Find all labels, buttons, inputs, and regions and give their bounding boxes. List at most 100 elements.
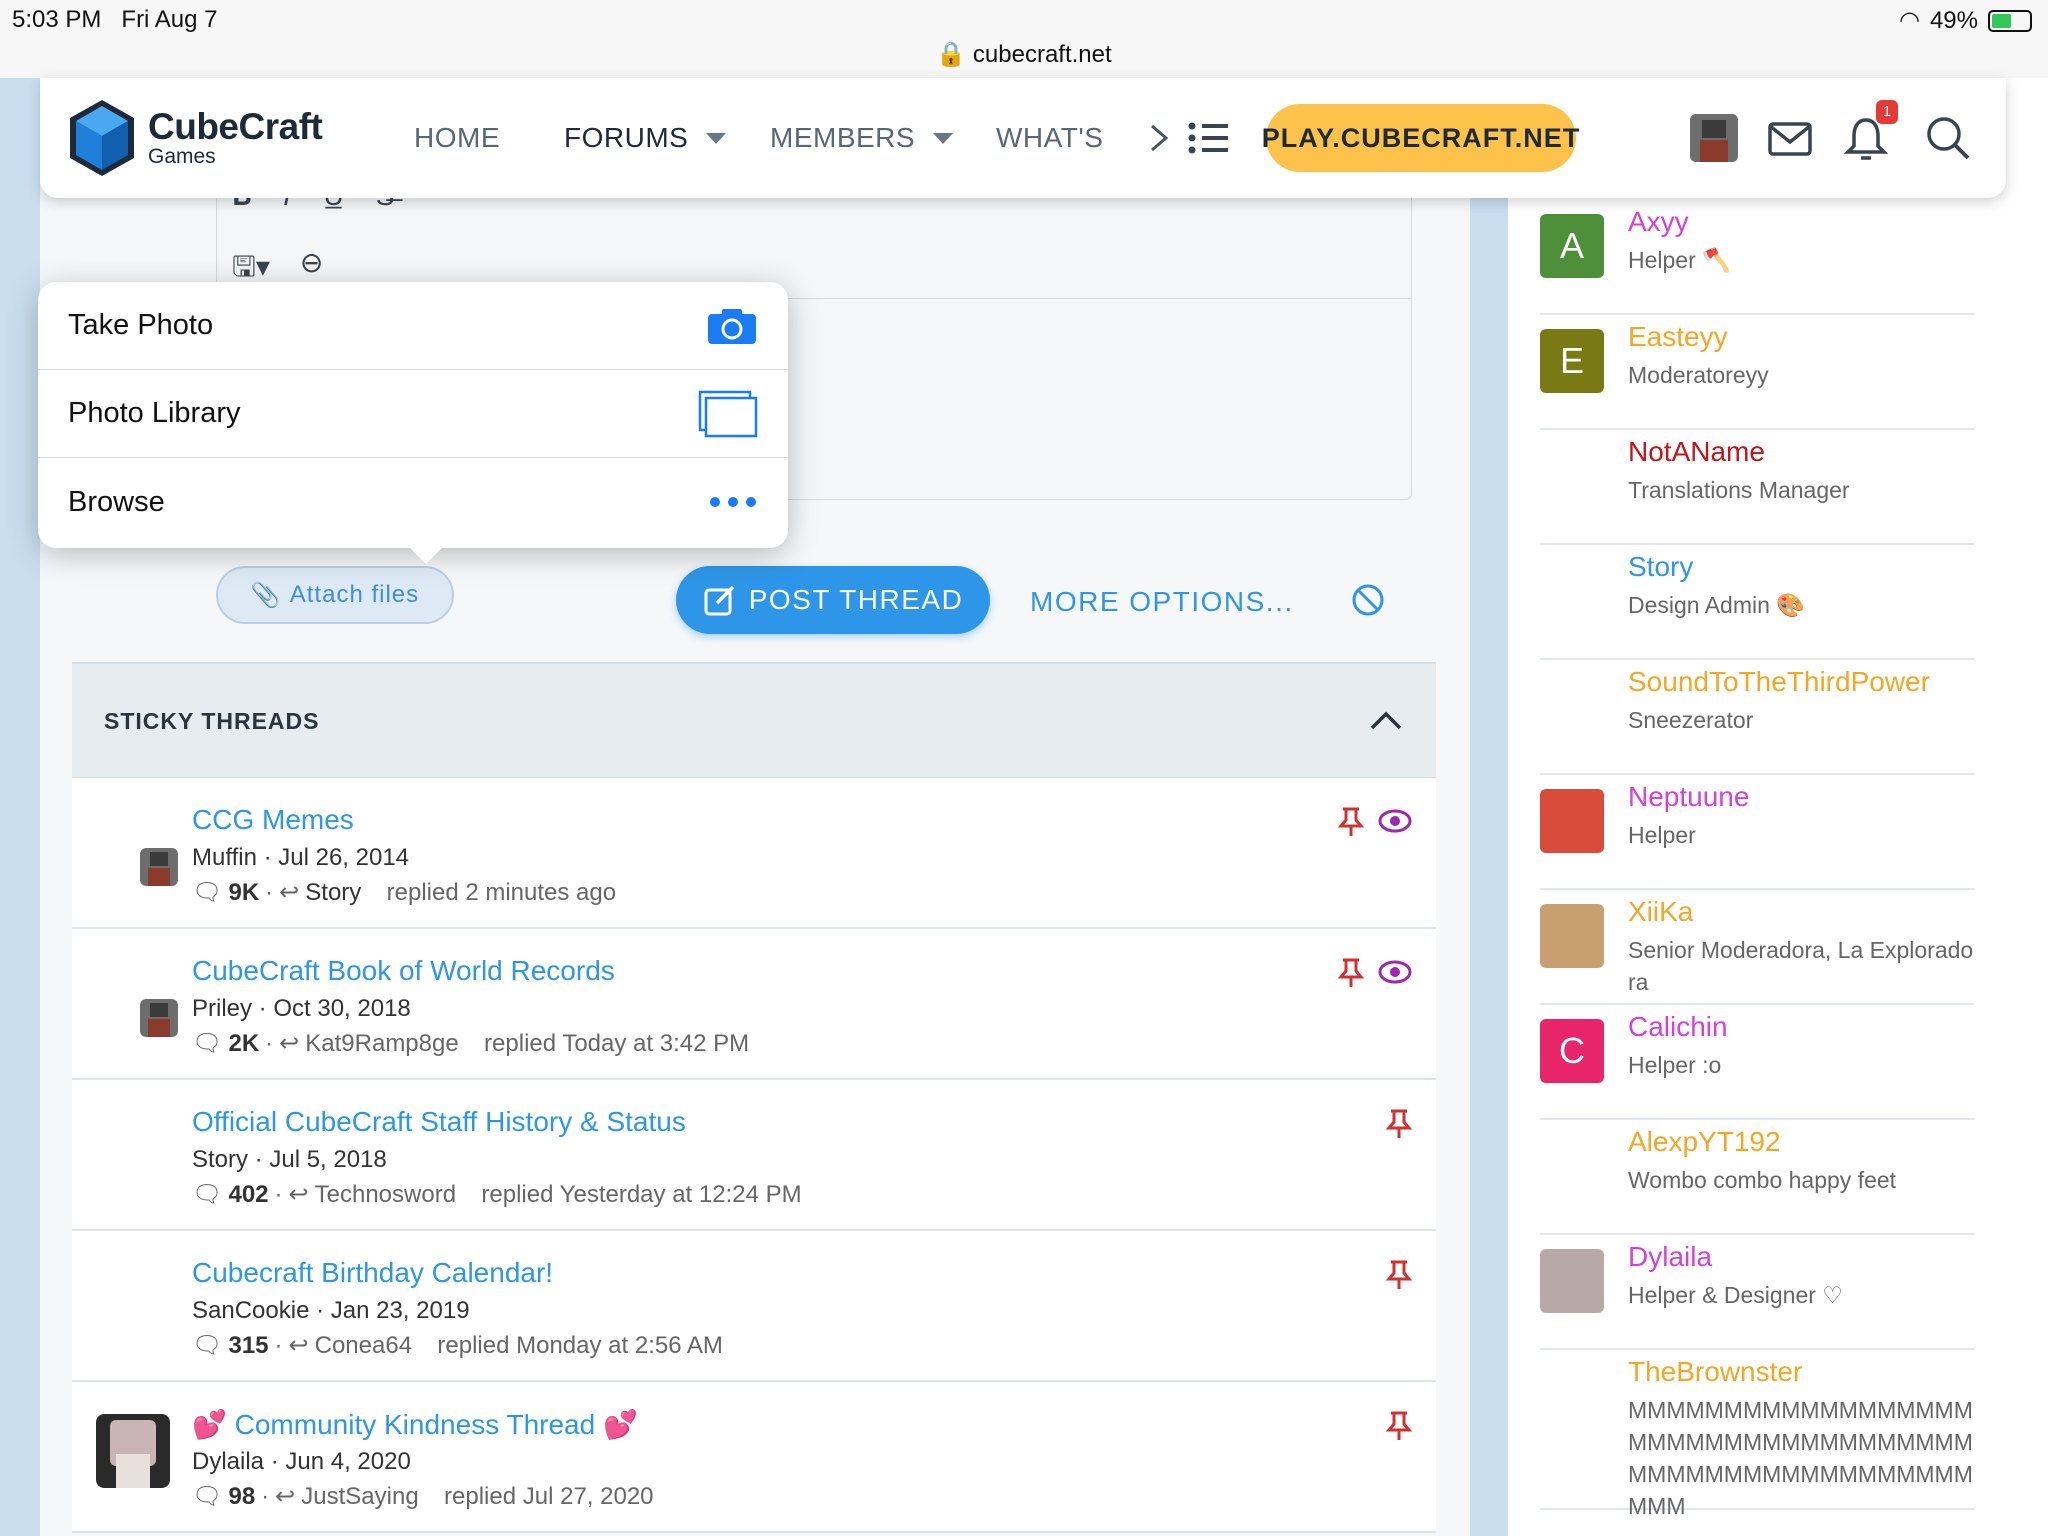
logo-name: CubeCraft [148, 106, 323, 147]
take-photo-option[interactable]: Take Photo [38, 282, 788, 370]
member-name[interactable]: Story [1628, 551, 1693, 583]
photo-library-icon [698, 390, 758, 437]
member-name[interactable]: XiiKa [1628, 896, 1693, 928]
member-name[interactable]: SoundToTheThirdPower [1628, 666, 1930, 698]
chevron-right-icon[interactable] [1144, 112, 1174, 164]
thread-stats: 🗨 2K · ↩ Kat9Ramp8ge replied Today at 3:42… [192, 1029, 750, 1058]
reply-icon: ↩ [288, 1181, 309, 1208]
member-name[interactable]: Calichin [1628, 1011, 1728, 1043]
avatar[interactable] [1540, 1249, 1604, 1313]
thread-title[interactable]: CubeCraft Book of World Records [192, 955, 615, 987]
chevron-up-icon[interactable] [1366, 700, 1406, 740]
nav-members[interactable]: MEMBERS [770, 122, 954, 154]
paperclip-icon: 📎 [250, 581, 282, 609]
watch-eye-icon[interactable] [1378, 959, 1412, 985]
thread-title[interactable]: 💕 Community Kindness Thread 💕 [192, 1408, 638, 1441]
staff-member-row[interactable]: E Easteyy Moderatoreyy [1540, 315, 1974, 430]
avatar[interactable] [1540, 904, 1604, 968]
thread-stats: 🗨 402 · ↩ Technosword replied Yesterday at… [192, 1180, 802, 1209]
thread-row[interactable]: CCG Memes Muffin · Jul 26, 2014 🗨 9K · ↩ S… [72, 778, 1436, 929]
attach-files-button[interactable]: 📎 Attach files [216, 566, 454, 624]
nav-home[interactable]: HOME [414, 122, 500, 154]
status-bar: 5:03 PM Fri Aug 7 ◠ 49% 🔒 cubecraft.net [0, 0, 2048, 78]
member-name[interactable]: Axyy [1628, 206, 1689, 238]
member-name[interactable]: TheBrownster [1628, 1356, 1802, 1388]
thread-stats: 🗨 9K · ↩ Story replied 2 minutes ago [192, 878, 617, 907]
thread-meta: Dylaila · Jun 4, 2020 [192, 1448, 411, 1475]
nav-forums[interactable]: FORUMS [564, 122, 727, 154]
member-role: Senior Moderadora, La Exploradora [1628, 937, 1974, 995]
member-name[interactable]: Neptuune [1628, 781, 1749, 813]
site-logo[interactable]: CubeCraft Games [66, 96, 323, 180]
pin-icon [1386, 1260, 1412, 1289]
avatar[interactable] [96, 1414, 170, 1488]
chevron-down-icon [933, 132, 954, 144]
photo-library-option[interactable]: Photo Library [38, 370, 788, 458]
reply-icon: ↩ [279, 1030, 300, 1057]
pin-icon [1338, 807, 1364, 836]
comment-icon: 🗨 [192, 879, 223, 906]
user-avatar[interactable] [1690, 114, 1738, 162]
thread-row[interactable]: 💕 Community Kindness Thread 💕 Dylaila · … [72, 1382, 1436, 1533]
thread-stats: 🗨 315 · ↩ Conea64 replied Monday at 2:56 A… [192, 1331, 723, 1360]
thread-title[interactable]: Official CubeCraft Staff History & Statu… [192, 1106, 686, 1138]
more-options-link[interactable]: MORE OPTIONS... [1030, 586, 1294, 618]
member-name[interactable]: NotAName [1628, 436, 1765, 468]
avatar[interactable]: C [1540, 1019, 1604, 1083]
sticky-threads-title: STICKY THREADS [104, 708, 320, 734]
thread-title[interactable]: Cubecraft Birthday Calendar! [192, 1257, 553, 1289]
battery-icon [1988, 9, 2032, 32]
thread-meta: Priley · Oct 30, 2018 [192, 995, 411, 1022]
staff-member-row[interactable]: C Calichin Helper :o [1540, 1005, 1974, 1120]
mail-icon[interactable] [1764, 112, 1816, 164]
staff-online-list: A Axyy Helper 🪓 E Easteyy Moderatoreyy NotANam… [1540, 200, 1974, 1519]
staff-member-row[interactable]: TheBrownster MMMMMMMMMMMMMMMMMMMMMMMMMMMM… [1540, 1350, 1974, 1519]
member-role: Moderatoreyy [1628, 362, 1769, 388]
browse-option[interactable]: Browse [38, 458, 788, 546]
pin-icon [1386, 1109, 1412, 1138]
thread-title[interactable]: CCG Memes [192, 804, 354, 836]
cancel-icon[interactable] [1350, 582, 1386, 618]
member-role: Helper & Designer ♡ [1628, 1282, 1843, 1308]
list-menu-icon[interactable] [1182, 112, 1234, 164]
thread-row[interactable]: Cubecraft Birthday Calendar! SanCookie ·… [72, 1231, 1436, 1382]
play-server-button[interactable]: PLAY.CUBECRAFT.NET [1262, 104, 1579, 172]
notification-badge: 1 [1876, 100, 1898, 124]
avatar[interactable] [140, 848, 178, 886]
member-name[interactable]: Dylaila [1628, 1241, 1712, 1273]
member-name[interactable]: AlexpYT192 [1628, 1126, 1781, 1158]
avatar[interactable] [140, 999, 178, 1037]
comment-icon: 🗨 [192, 1332, 223, 1359]
watch-eye-icon[interactable] [1378, 808, 1412, 834]
thread-row[interactable]: Official CubeCraft Staff History & Statu… [72, 1080, 1436, 1231]
address-bar[interactable]: 🔒 cubecraft.net [0, 40, 2048, 69]
camera-icon [708, 308, 756, 344]
sticky-threads-header[interactable]: STICKY THREADS [72, 662, 1436, 778]
search-icon[interactable] [1922, 112, 1974, 164]
staff-member-row[interactable]: AlexpYT192 Wombo combo happy feet [1540, 1120, 1974, 1235]
comment-icon: 🗨 [192, 1181, 223, 1208]
thread-row[interactable]: CubeCraft Book of World Records Priley ·… [72, 929, 1436, 1080]
member-role: MMMMMMMMMMMMMMMMMMMMMMMMMMMMMMMMMMMMMMMM… [1628, 1397, 1973, 1519]
wifi-icon: ◠ [1899, 7, 1920, 34]
member-role: Helper 🪓 [1628, 247, 1731, 273]
avatar[interactable]: A [1540, 214, 1604, 278]
staff-member-row[interactable]: A Axyy Helper 🪓 [1540, 200, 1974, 315]
member-name[interactable]: Easteyy [1628, 321, 1728, 353]
member-role: Helper :o [1628, 1052, 1722, 1078]
staff-member-row[interactable]: XiiKa Senior Moderadora, La Exploradora [1540, 890, 1974, 1005]
member-role: Wombo combo happy feet [1628, 1167, 1897, 1193]
avatar[interactable]: E [1540, 329, 1604, 393]
staff-member-row[interactable]: SoundToTheThirdPower Sneezerator [1540, 660, 1974, 775]
staff-member-row[interactable]: NotAName Translations Manager [1540, 430, 1974, 545]
comment-icon: 🗨 [192, 1483, 223, 1510]
avatar[interactable] [1540, 789, 1604, 853]
member-role: Design Admin 🎨 [1628, 592, 1805, 618]
thread-stats: 🗨 98 · ↩ JustSaying replied Jul 27, 2020 [192, 1482, 654, 1511]
post-thread-button[interactable]: POST THREAD [676, 566, 990, 634]
staff-member-row[interactable]: Dylaila Helper & Designer ♡ [1540, 1235, 1974, 1350]
staff-member-row[interactable]: Neptuune Helper [1540, 775, 1974, 890]
reply-icon: ↩ [288, 1332, 309, 1359]
staff-member-row[interactable]: Story Design Admin 🎨 [1540, 545, 1974, 660]
nav-whats-new[interactable]: WHAT'S [996, 122, 1103, 154]
